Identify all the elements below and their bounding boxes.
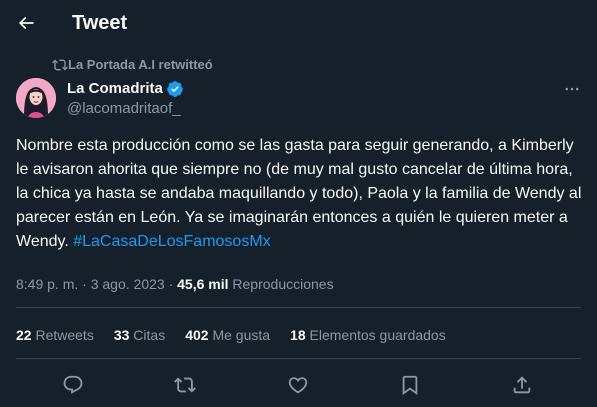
likes-count: 402 [185, 327, 209, 343]
divider [16, 358, 581, 359]
reply-icon [63, 375, 83, 394]
bookmarks-stat[interactable]: 18 Elementos guardados [290, 326, 446, 344]
retweet-context-label: La Portada A.I retwitteó [68, 57, 213, 72]
author-name[interactable]: La Comadrita [67, 79, 184, 98]
quotes-label: Citas [129, 327, 166, 343]
meta-separator: · [78, 276, 91, 292]
retweets-stat[interactable]: 22 Retweets [16, 326, 94, 344]
avatar[interactable] [16, 78, 56, 118]
tweet-actions [0, 366, 597, 406]
share-icon [513, 376, 531, 394]
retweets-label: Retweets [31, 327, 94, 343]
views-count: 45,6 mil [177, 276, 229, 292]
author-name-text: La Comadrita [67, 80, 163, 97]
tweet-text: Nombre esta producción como se las gasta… [16, 134, 584, 254]
hashtag-link[interactable]: #LaCasaDeLosFamososMx [73, 233, 270, 250]
tweet-date[interactable]: 3 ago. 2023 [91, 276, 165, 292]
avatar-image [16, 78, 56, 118]
bookmark-button[interactable] [398, 373, 422, 397]
views-label: Reproducciones [228, 276, 334, 292]
quotes-count: 33 [113, 327, 130, 343]
retweet-icon [52, 59, 68, 71]
back-button[interactable] [9, 6, 43, 40]
more-options-button[interactable] [560, 80, 584, 98]
bookmarks-label: Elementos guardados [305, 327, 446, 343]
meta-separator: · [164, 276, 178, 292]
like-button[interactable] [286, 373, 310, 397]
share-button[interactable] [510, 373, 534, 397]
tweet-meta: 8:49 p. m. · 3 ago. 2023 · 45,6 mil Repr… [16, 275, 334, 293]
quotes-stat[interactable]: 33 Citas [114, 326, 165, 344]
tweet-time[interactable]: 8:49 p. m. [16, 276, 78, 292]
bookmarks-count: 18 [290, 327, 306, 343]
retweets-count: 22 [16, 327, 32, 343]
top-bar: Tweet [0, 0, 597, 46]
likes-stat[interactable]: 402 Me gusta [185, 326, 270, 344]
tweet-stats: 22 Retweets 33 Citas 402 Me gusta 18 Ele… [16, 326, 466, 344]
heart-icon [288, 377, 308, 394]
retweet-button[interactable] [173, 373, 197, 397]
more-horizontal-icon [565, 87, 579, 91]
author-handle[interactable]: @lacomadritaof_ [67, 99, 181, 118]
likes-label: Me gusta [208, 327, 271, 343]
verified-badge-icon[interactable] [166, 80, 184, 98]
bookmark-icon [402, 375, 418, 396]
divider [16, 307, 581, 308]
retweet-icon [174, 377, 196, 393]
arrow-left-icon [18, 16, 34, 30]
reply-button[interactable] [61, 373, 85, 397]
page-title: Tweet [72, 12, 128, 34]
